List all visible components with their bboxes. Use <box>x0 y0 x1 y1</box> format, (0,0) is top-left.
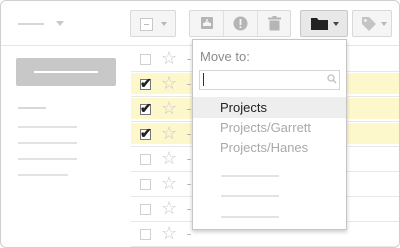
menu-item-placeholder[interactable] <box>221 195 279 197</box>
row-checkbox[interactable]: ✔ <box>140 125 152 141</box>
row-content-placeholder <box>187 84 191 85</box>
report-spam-button[interactable] <box>224 11 257 36</box>
archive-button[interactable] <box>190 11 223 36</box>
star-icon[interactable]: ☆ <box>161 99 177 117</box>
compose-button[interactable] <box>16 58 116 86</box>
nav-item[interactable] <box>18 158 77 160</box>
checkmark-icon: ✔ <box>140 75 152 91</box>
row-content-placeholder <box>187 184 191 185</box>
alert-icon <box>233 16 248 31</box>
star-icon[interactable]: ☆ <box>161 74 177 92</box>
trash-icon <box>268 16 281 31</box>
row-content-placeholder <box>187 134 191 135</box>
row-checkbox[interactable] <box>140 179 151 190</box>
checkmark-icon: ✔ <box>140 100 152 116</box>
nav-item[interactable] <box>18 174 68 176</box>
labels-button[interactable] <box>352 10 392 37</box>
move-to-menu: Move to: Projects Projects/Garrett Proje… <box>192 39 347 230</box>
row-content-placeholder <box>187 209 191 210</box>
chevron-down-icon <box>381 22 387 26</box>
tag-icon <box>362 17 376 31</box>
menu-item-projects[interactable]: Projects <box>193 97 346 118</box>
app-switcher-placeholder[interactable] <box>18 23 44 25</box>
star-icon[interactable]: ☆ <box>161 224 177 242</box>
row-divider <box>131 246 399 247</box>
checkmark-icon: ✔ <box>140 125 152 141</box>
search-icon <box>327 74 337 84</box>
checkbox-icon <box>140 18 153 31</box>
row-checkbox[interactable]: ✔ <box>140 100 152 116</box>
menu-title: Move to: <box>200 49 250 64</box>
nav-item-inbox[interactable] <box>18 107 46 109</box>
chevron-down-icon[interactable] <box>56 21 64 26</box>
row-content-placeholder <box>187 159 191 160</box>
move-to-button[interactable] <box>300 10 348 37</box>
folder-search-input[interactable] <box>199 70 340 90</box>
menu-item-placeholder[interactable] <box>221 216 279 218</box>
star-icon[interactable]: ☆ <box>161 199 177 217</box>
archive-icon <box>201 17 213 29</box>
folder-icon <box>311 18 328 30</box>
text-cursor <box>203 73 204 86</box>
row-checkbox[interactable] <box>140 229 151 240</box>
nav-item[interactable] <box>18 126 77 128</box>
chevron-down-icon <box>161 22 167 26</box>
star-icon[interactable]: ☆ <box>161 149 177 167</box>
menu-item-placeholder[interactable] <box>221 175 279 177</box>
action-button-group <box>189 10 291 37</box>
chevron-down-icon <box>333 22 339 26</box>
star-icon[interactable]: ☆ <box>161 49 177 67</box>
row-content-placeholder <box>187 109 191 110</box>
star-icon[interactable]: ☆ <box>161 124 177 142</box>
row-content-placeholder <box>187 59 191 60</box>
delete-button[interactable] <box>258 11 291 36</box>
menu-item-projects-garrett[interactable]: Projects/Garrett <box>193 117 346 138</box>
star-icon[interactable]: ☆ <box>161 174 177 192</box>
select-all-button[interactable] <box>130 10 176 37</box>
nav-item[interactable] <box>18 142 77 144</box>
row-checkbox[interactable]: ✔ <box>140 75 152 91</box>
menu-item-projects-hanes[interactable]: Projects/Hanes <box>193 137 346 158</box>
compose-label-placeholder <box>34 71 98 73</box>
row-checkbox[interactable] <box>140 154 151 165</box>
row-checkbox[interactable] <box>140 204 151 215</box>
mail-window: ☆ ✔ ☆ ✔ ☆ ✔ ☆ ☆ ☆ ☆ ☆ Move to: Projects Projects/G… <box>0 0 400 248</box>
row-content-placeholder <box>187 234 191 235</box>
row-checkbox[interactable] <box>140 54 151 65</box>
